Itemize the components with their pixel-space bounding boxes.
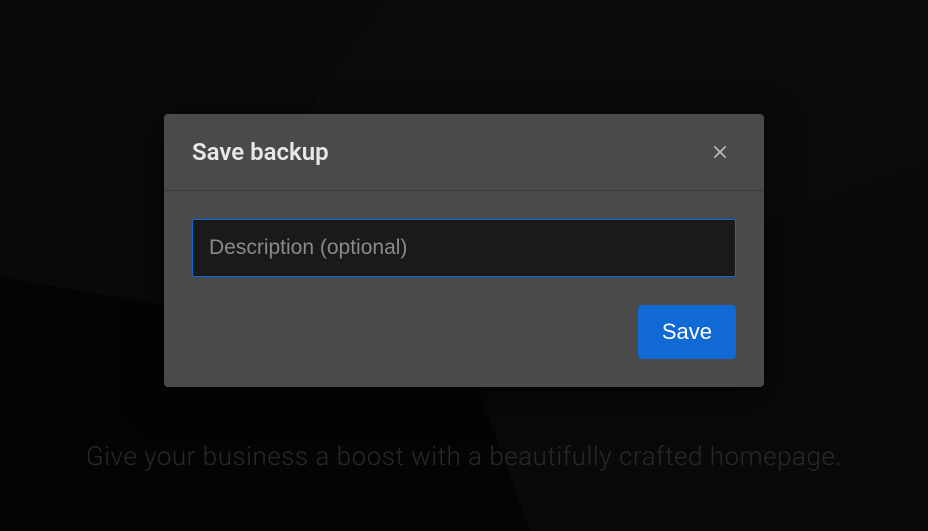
modal-header: Save backup	[164, 114, 764, 191]
save-button[interactable]: Save	[638, 305, 736, 359]
modal-body	[164, 191, 764, 287]
close-button[interactable]	[704, 136, 736, 168]
modal-footer: Save	[164, 287, 764, 387]
save-backup-modal: Save backup Save	[164, 114, 764, 387]
description-input[interactable]	[192, 219, 736, 277]
close-icon	[711, 143, 729, 161]
modal-title: Save backup	[192, 138, 329, 166]
